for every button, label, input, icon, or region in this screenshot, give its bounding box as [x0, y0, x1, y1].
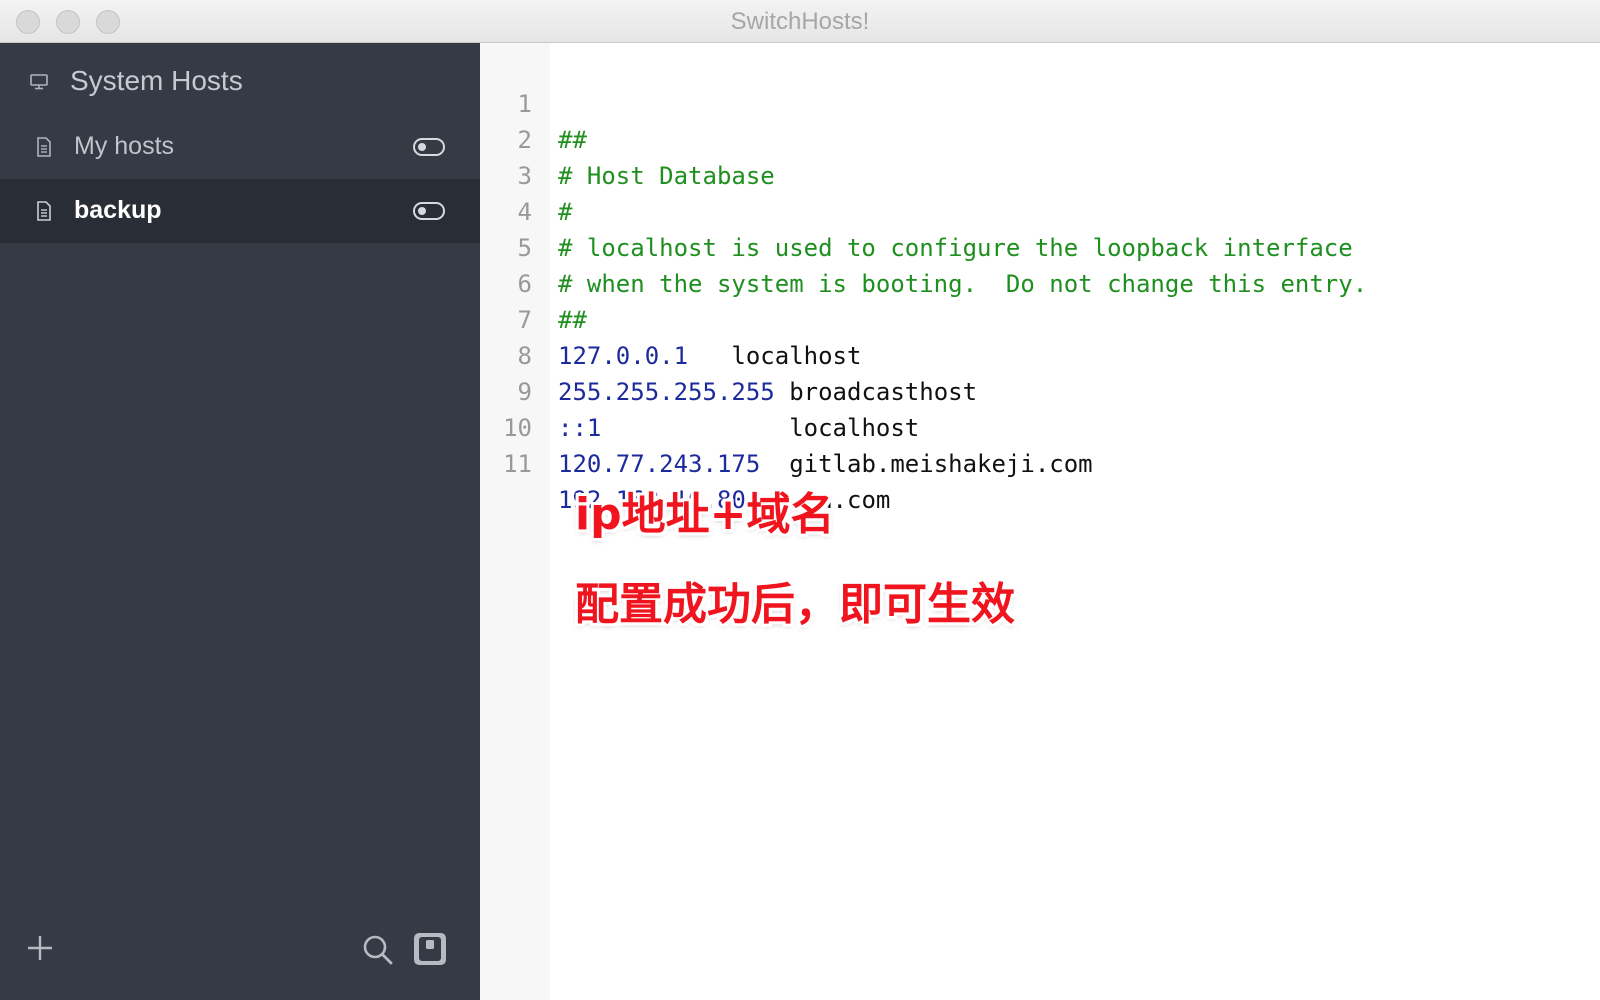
sidebar-item-label: backup: [74, 196, 162, 224]
document-icon: [37, 137, 51, 157]
window-title: SwitchHosts!: [730, 8, 870, 35]
code-line: 5 # when the system is booting. Do not c…: [480, 194, 1600, 298]
code-line: 10 120.77.243.175 gitlab.meishakeji.com: [480, 374, 1600, 478]
sidebar-item-label: System Hosts: [70, 65, 243, 96]
annotation-config-success: 配置成功后，即可生效: [575, 579, 1015, 630]
code-line: 2 # Host Database: [480, 86, 1600, 190]
document-icon: [37, 201, 51, 221]
ip-address: 120.77.243.175: [558, 450, 761, 478]
monitor-icon: [30, 74, 48, 90]
annotation-ip-domain: ip地址+域名: [575, 489, 835, 540]
sidebar-item-backup[interactable]: backup: [0, 179, 480, 243]
search-icon[interactable]: [362, 934, 394, 966]
sidebar-item-my-hosts[interactable]: My hosts: [0, 115, 480, 179]
code-line: 3 #: [480, 122, 1600, 226]
plus-icon[interactable]: [26, 934, 54, 962]
title-bar: SwitchHosts!: [0, 0, 1600, 43]
code-line: 9 ::1 localhost: [480, 338, 1600, 442]
code-line: 11 192.168.10.80 rp.oa.com: [480, 410, 1600, 514]
app-window: SwitchHosts! System Hosts My hosts backu…: [0, 0, 1600, 1000]
host-entry: 120.77.243.175 gitlab.meishakeji.com: [558, 446, 1093, 482]
code-line: 6 ##: [480, 230, 1600, 334]
hostname: gitlab.meishakeji.com: [760, 450, 1093, 478]
code-line: 1 ##: [480, 50, 1600, 154]
code-line: 7 127.0.0.1 localhost: [480, 266, 1600, 370]
sidebar-item-system-hosts[interactable]: System Hosts: [0, 43, 480, 115]
line-number: 11: [503, 450, 532, 478]
sidebar-item-label: My hosts: [74, 132, 175, 160]
sidebar: System Hosts My hosts backup: [0, 43, 480, 1000]
switch-icon[interactable]: [413, 932, 447, 966]
code-line: 8 255.255.255.255 broadcasthost: [480, 302, 1600, 406]
my-hosts-toggle[interactable]: [413, 138, 445, 156]
backup-toggle[interactable]: [413, 202, 445, 220]
code-line: 4 # localhost is used to configure the l…: [480, 158, 1600, 262]
